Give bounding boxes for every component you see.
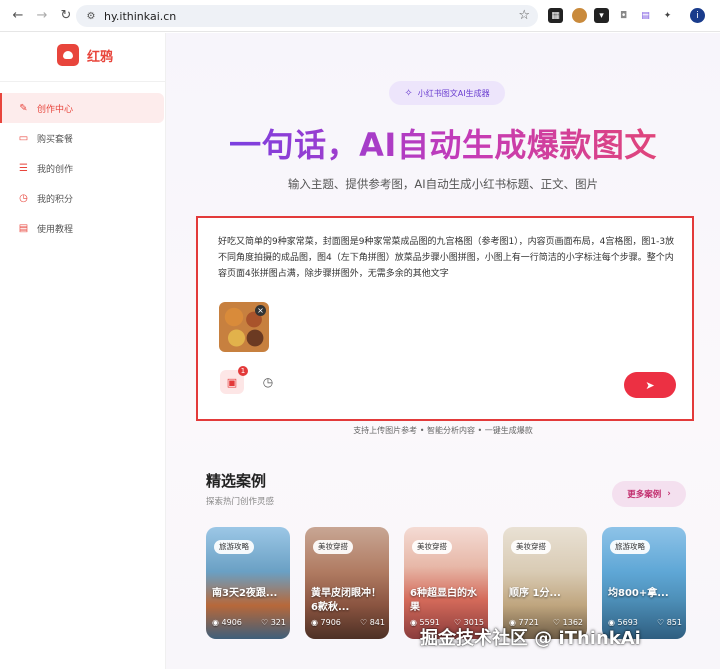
case-card[interactable]: 旅游攻略 南3天2夜跟... ◉ 4906 ♡ 321 — [206, 527, 290, 639]
card-title: 均800+拿... — [608, 588, 669, 599]
extensions-icon[interactable]: ✦ — [660, 8, 675, 23]
sparkle-icon: ✧ — [404, 87, 413, 99]
edit-icon: ✎ — [19, 102, 28, 114]
heart-icon: ♡ — [657, 618, 667, 627]
profile-avatar-icon[interactable]: i — [690, 8, 705, 23]
sidebar-divider — [0, 81, 166, 82]
badge-label: 小红书图文AI生成器 — [417, 88, 490, 98]
extension-bookmark-icon[interactable]: ▾ — [594, 8, 609, 23]
main-content: ✧ 小红书图文AI生成器 一句话，AI自动生成爆款图文 输入主题、提供参考图，A… — [166, 33, 720, 669]
card-stats: ◉ 7906 ♡ 841 — [311, 618, 389, 627]
image-count-badge: 1 — [238, 366, 248, 376]
page-title-text: 一句话，AI自动生成爆款图文 — [229, 126, 657, 164]
cases-section-title: 精选案例 — [206, 472, 267, 490]
forward-icon[interactable]: → — [32, 6, 52, 26]
extension-doc-icon[interactable]: ▤ — [638, 8, 653, 23]
feature-hint: 支持上传图片参考 • 智能分析内容 • 一键生成爆款 — [353, 426, 533, 435]
sidebar-item-points[interactable]: ◷ 我的积分 — [0, 183, 166, 213]
clock-icon: ◷ — [19, 192, 28, 204]
heart-icon: ♡ — [360, 618, 370, 627]
sidebar-item-label: 创作中心 — [37, 104, 74, 115]
address-bar[interactable]: ⚙ hy.ithinkai.cn ☆ — [76, 5, 538, 27]
card-tag: 美妆穿搭 — [412, 540, 452, 554]
extension-grid-icon[interactable]: ▦ — [548, 8, 563, 23]
card-title: 南3天2夜跟... — [212, 588, 278, 599]
cases-section-subtitle: 探索热门创作灵感 — [206, 497, 275, 507]
page-title: 一句话，AI自动生成爆款图文 — [166, 120, 720, 166]
card-tag: 旅游攻略 — [214, 540, 254, 554]
prompt-input[interactable]: 好吃又简单的9种家常菜，封面图是9种家常菜成品图的九宫格图（参考图1），内容页画… — [218, 234, 676, 282]
sidebar-item-label: 使用教程 — [37, 224, 74, 235]
card-stats: ◉ 4906 ♡ 321 — [212, 618, 290, 627]
back-icon[interactable]: ← — [8, 6, 28, 26]
watermark: 掘金技术社区 @ iThinkAi — [420, 628, 641, 649]
card-likes: ♡ 841 — [360, 618, 385, 627]
document-icon: ▤ — [18, 222, 29, 234]
history-icon[interactable]: ◷ — [256, 370, 280, 394]
card-title: 顺序 1分... — [509, 588, 561, 599]
card-tag: 美妆穿搭 — [511, 540, 551, 554]
card-tag: 旅游攻略 — [610, 540, 650, 554]
wallet-icon: ▭ — [18, 132, 29, 144]
card-title: 6种超显白的水果 — [410, 588, 477, 613]
sidebar-item-my-creations[interactable]: ☰ 我的创作 — [0, 153, 166, 183]
card-tag: 美妆穿搭 — [313, 540, 353, 554]
logo-text: 红鸦 — [87, 49, 114, 65]
sidebar: 红鸦 ✎ 创作中心 ▭ 购买套餐 ☰ 我的创作 ◷ 我的积分 ▤ 使用教程 — [0, 33, 166, 669]
heart-icon: ♡ — [261, 618, 271, 627]
sidebar-item-label: 我的创作 — [37, 164, 74, 175]
list-icon: ☰ — [19, 162, 28, 174]
bookmark-star-icon[interactable]: ☆ — [518, 8, 530, 23]
card-likes: ♡ 851 — [657, 618, 682, 627]
sidebar-item-label: 购买套餐 — [37, 134, 74, 145]
sidebar-menu: ✎ 创作中心 ▭ 购买套餐 ☰ 我的创作 ◷ 我的积分 ▤ 使用教程 — [0, 93, 166, 243]
more-cases-label: 更多案例 — [627, 490, 662, 500]
send-button[interactable]: ➤ — [624, 372, 676, 398]
sidebar-item-tutorial[interactable]: ▤ 使用教程 — [0, 213, 166, 243]
case-card[interactable]: 美妆穿搭 6种超显白的水果 ◉ 5591 ♡ 3015 — [404, 527, 488, 639]
site-settings-icon[interactable]: ⚙ — [84, 9, 98, 23]
eye-icon: ◉ — [311, 618, 321, 627]
sidebar-item-buy[interactable]: ▭ 购买套餐 — [0, 123, 166, 153]
logo-icon — [57, 44, 79, 66]
remove-image-icon[interactable]: × — [255, 305, 266, 316]
card-views: ◉ 4906 — [212, 618, 242, 627]
reload-icon[interactable]: ↻ — [56, 6, 76, 26]
chevron-right-icon: › — [667, 489, 671, 499]
card-title: 黄早皮闭眼冲！6款秋... — [311, 588, 381, 613]
url-text[interactable]: hy.ithinkai.cn — [104, 10, 176, 23]
browser-toolbar: ← → ↻ ⚙ hy.ithinkai.cn ☆ ▦ ▾ ◘ ▤ ✦ i — [0, 0, 720, 32]
logo[interactable]: 红鸦 — [57, 44, 113, 66]
page-subtitle: 输入主题、提供参考图，AI自动生成小红书标题、正文、图片 — [287, 177, 599, 191]
case-card[interactable]: 美妆穿搭 顺序 1分... ◉ 7721 ♡ 1362 — [503, 527, 587, 639]
eye-icon: ◉ — [410, 618, 420, 627]
case-card[interactable]: 美妆穿搭 黄早皮闭眼冲！6款秋... ◉ 7906 ♡ 841 — [305, 527, 389, 639]
card-views: ◉ 7906 — [311, 618, 341, 627]
card-likes: ♡ 321 — [261, 618, 286, 627]
send-icon: ➤ — [645, 378, 655, 392]
more-cases-button[interactable]: 更多案例 › — [612, 481, 686, 507]
product-badge: ✧ 小红书图文AI生成器 — [389, 81, 505, 105]
extension-camera-icon[interactable]: ◘ — [616, 8, 631, 23]
eye-icon: ◉ — [212, 618, 222, 627]
sidebar-item-create[interactable]: ✎ 创作中心 — [0, 93, 164, 123]
sidebar-item-label: 我的积分 — [37, 194, 74, 205]
prompt-panel: 好吃又简单的9种家常菜，封面图是9种家常菜成品图的九宫格图（参考图1），内容页画… — [196, 216, 694, 421]
extension-cookie-icon[interactable] — [572, 8, 587, 23]
reference-image-thumbnail[interactable]: × — [219, 302, 269, 352]
case-card[interactable]: 旅游攻略 均800+拿... ◉ 5693 ♡ 851 — [602, 527, 686, 639]
